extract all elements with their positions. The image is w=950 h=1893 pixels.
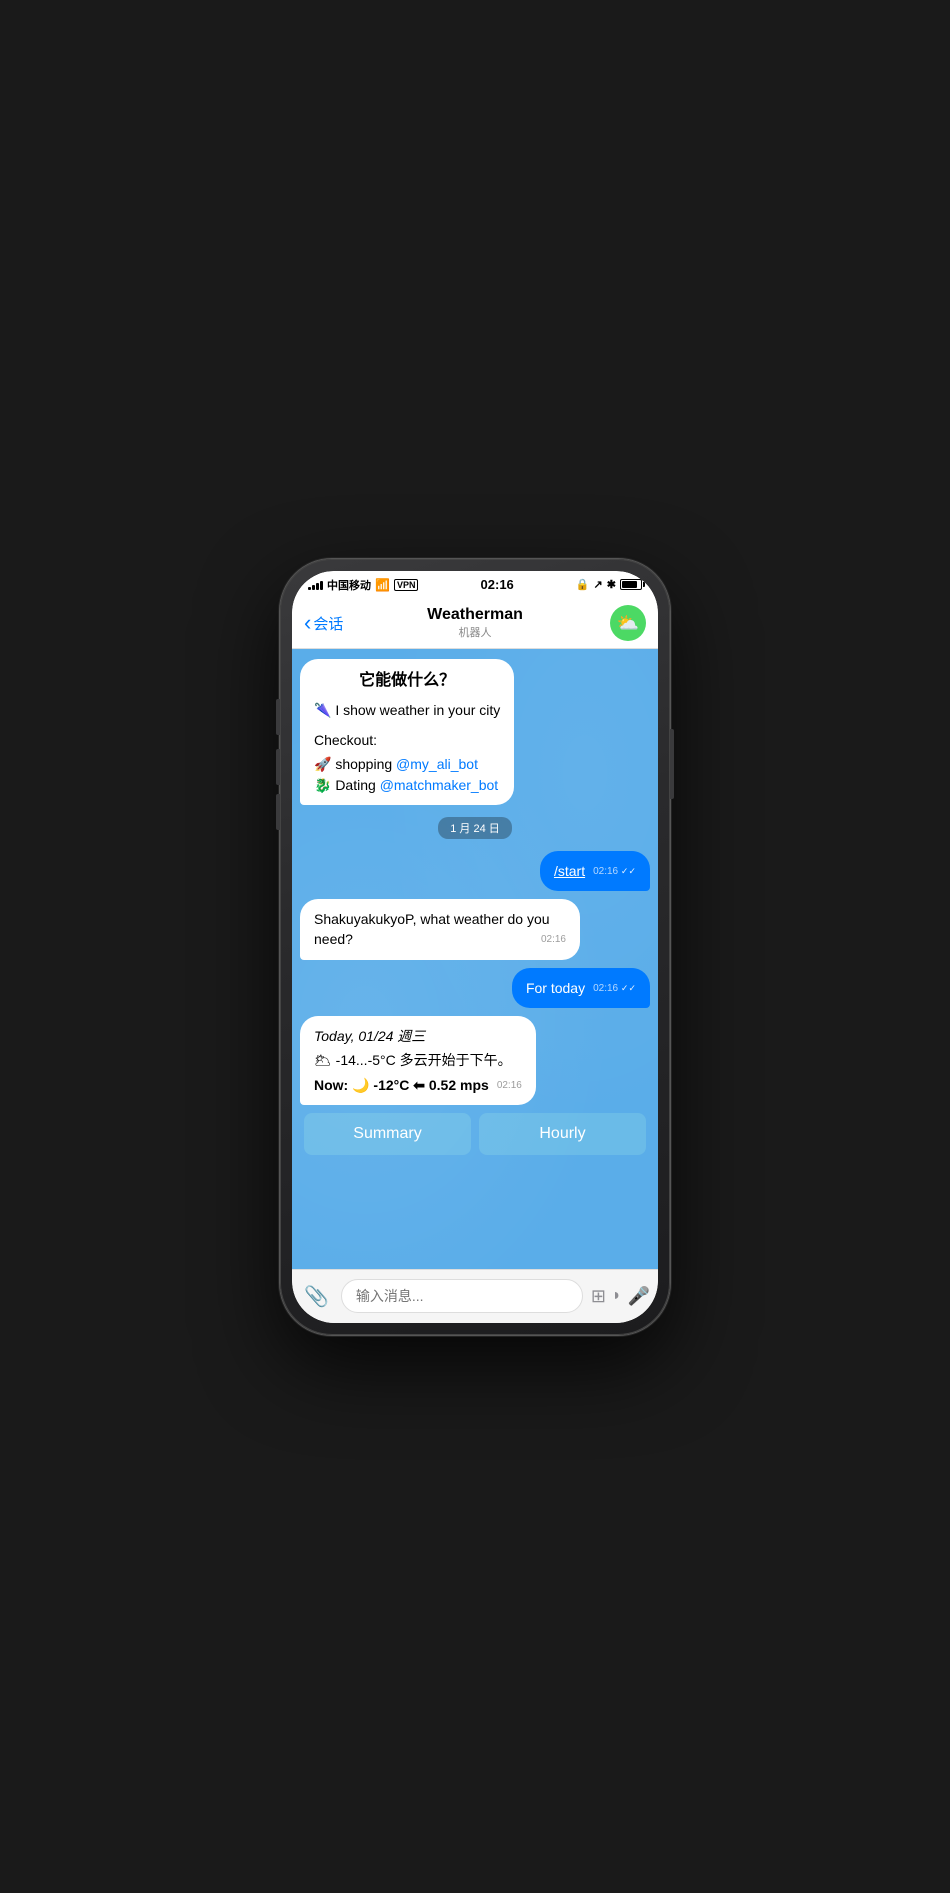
quick-replies: Summary Hourly [300,1113,650,1155]
weather-bubble: Today, 01/24 週三 🌥 -14...-5°C 多云开始于下午。 No… [300,1016,536,1105]
date-divider: 1 月 24 日 [300,817,650,839]
back-label: 会话 [313,613,343,634]
question-text: ShakuyakukyoP, what weather do you need? [314,911,550,947]
input-icons: ⊞ ◗ 🎤 [591,1286,650,1307]
vpn-badge: VPN [394,579,419,591]
welcome-line1: 🌂 I show weather in your city [314,700,500,720]
dating-link[interactable]: @matchmaker_bot [380,777,498,793]
today-text: For today [526,980,585,996]
signal-bars [308,579,323,590]
question-bubble: ShakuyakukyoP, what weather do you need?… [300,899,580,960]
date-pill: 1 月 24 日 [438,817,512,839]
question-time: 02:16 [541,933,566,948]
weather-bubble-wrapper: Today, 01/24 週三 🌥 -14...-5°C 多云开始于下午。 No… [300,1016,650,1105]
dating-text: 🐉 Dating [314,777,380,793]
wifi-icon: 📶 [375,578,390,592]
phone-frame: 中国移动 📶 VPN 02:16 🔒 ↗ ✱ ‹ 会话 [280,559,670,1335]
hourly-button[interactable]: Hourly [479,1113,646,1155]
back-chevron-icon: ‹ [304,610,311,636]
input-bar: 📎 ⊞ ◗ 🎤 [292,1269,658,1323]
summary-button[interactable]: Summary [304,1113,471,1155]
phone-inner: 中国移动 📶 VPN 02:16 🔒 ↗ ✱ ‹ 会话 [292,571,658,1323]
today-ticks: ✓✓ [621,983,636,993]
back-button[interactable]: ‹ 会话 [304,610,374,636]
shopping-link[interactable]: @my_ali_bot [396,756,478,772]
shopping-line: 🚀 shopping @my_ali_bot [314,754,500,774]
chat-area[interactable]: 它能做什么？ 🌂 I show weather in your city Che… [292,649,658,1269]
start-text: /start [554,863,585,879]
weather-line3: Now: 🌙 -12°C ⬅ 0.52 mps 02:16 [314,1075,522,1095]
emoji-icon[interactable]: ◗ [612,1287,622,1305]
bot-avatar-icon: ⛅ [617,613,639,634]
checkout-label: Checkout: [314,730,500,750]
bluetooth-icon: ✱ [607,578,616,591]
message-input[interactable] [341,1279,583,1313]
lock-icon: 🔒 [576,578,590,591]
weather-line1: Today, 01/24 週三 [314,1026,522,1046]
status-bar: 中国移动 📶 VPN 02:16 🔒 ↗ ✱ [292,571,658,599]
today-time: 02:16 ✓✓ [593,982,636,997]
location-icon: ↗ [594,578,603,591]
welcome-bubble-wrapper: 它能做什么？ 🌂 I show weather in your city Che… [300,659,650,805]
chat-subtitle: 机器人 [374,624,576,640]
clock: 02:16 [481,577,514,592]
chat-title: Weatherman [374,606,576,624]
nav-bar: ‹ 会话 Weatherman 机器人 ⛅ [292,599,658,649]
weather-line3-bold: Now: 🌙 -12°C ⬅ 0.52 mps [314,1077,489,1093]
attach-icon[interactable]: 📎 [300,1280,333,1313]
nav-center: Weatherman 机器人 [374,606,576,640]
status-right: 🔒 ↗ ✱ [576,578,642,591]
battery-fill [622,581,637,588]
today-bubble-wrapper: For today 02:16 ✓✓ [300,968,650,1008]
nav-right: ⛅ [576,605,646,641]
battery-indicator [620,579,642,590]
status-left: 中国移动 📶 VPN [308,577,418,593]
shopping-text: 🚀 shopping [314,756,396,772]
screen: 中国移动 📶 VPN 02:16 🔒 ↗ ✱ ‹ 会话 [292,571,658,1323]
today-bubble: For today 02:16 ✓✓ [512,968,650,1008]
start-ticks: ✓✓ [621,866,636,876]
weather-line2: 🌥 -14...-5°C 多云开始于下午。 [314,1050,522,1070]
start-bubble: /start 02:16 ✓✓ [540,851,650,891]
start-time: 02:16 ✓✓ [593,865,636,880]
dating-line: 🐉 Dating @matchmaker_bot [314,775,500,795]
welcome-title: 它能做什么？ [314,669,500,692]
carrier-label: 中国移动 [327,577,371,593]
welcome-bubble: 它能做什么？ 🌂 I show weather in your city Che… [300,659,514,805]
bot-avatar[interactable]: ⛅ [610,605,646,641]
sticker-icon[interactable]: ⊞ [591,1286,606,1307]
mic-icon[interactable]: 🎤 [628,1286,650,1307]
start-bubble-wrapper: /start 02:16 ✓✓ [300,851,650,891]
question-bubble-wrapper: ShakuyakukyoP, what weather do you need?… [300,899,650,960]
weather-time: 02:16 [497,1079,522,1094]
